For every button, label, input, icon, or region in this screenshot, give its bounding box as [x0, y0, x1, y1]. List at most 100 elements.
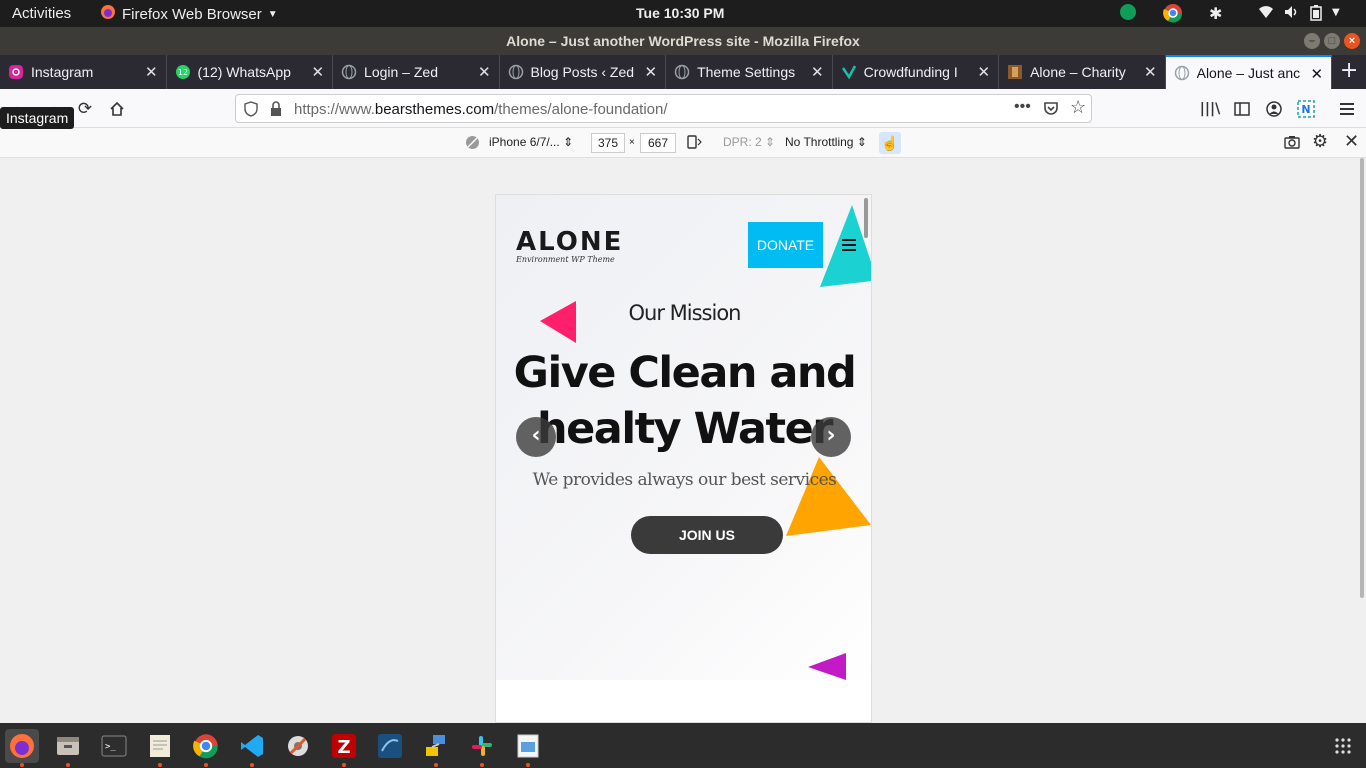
donate-button[interactable]: DONATE [748, 222, 823, 268]
dock-firefox[interactable] [5, 729, 39, 767]
close-tab-icon[interactable]: ✕ [145, 63, 158, 81]
activities-button[interactable]: Activities [12, 5, 71, 22]
library-icon[interactable]: |||\ [1198, 97, 1222, 121]
tab-5[interactable]: Crowdfunding I ✕ [833, 55, 1000, 89]
settings-icon [288, 736, 308, 756]
sidebar-icon[interactable] [1230, 97, 1254, 121]
url-bar[interactable]: https://www.bearsthemes.com/themes/alone… [235, 94, 1092, 123]
tab-label: (12) WhatsApp [197, 64, 291, 80]
pocket-icon[interactable] [1043, 100, 1059, 120]
touch-simulation-icon[interactable]: ☝ [879, 132, 901, 154]
dock-image-viewer[interactable] [511, 729, 545, 767]
lock-icon[interactable] [270, 101, 282, 121]
screenshot-icon[interactable] [1284, 135, 1300, 152]
close-tab-icon[interactable]: ✕ [311, 63, 324, 81]
dock-filezilla[interactable]: Z [327, 729, 361, 767]
logo-text: ALONE [516, 227, 624, 257]
close-window-button[interactable]: × [1344, 33, 1360, 49]
maximize-button[interactable]: □ [1324, 33, 1340, 49]
url-prefix: https://www. [294, 101, 375, 118]
tab-4[interactable]: Theme Settings ✕ [666, 55, 833, 89]
tab-0[interactable]: Instagram ✕ [0, 55, 167, 89]
account-icon[interactable] [1262, 97, 1286, 121]
bookmark-star-icon[interactable]: ☆ [1070, 97, 1086, 118]
hamburger-menu-icon[interactable] [842, 239, 856, 254]
navigation-toolbar: ← → ⟳ https://www.bearsthemes.com/themes… [0, 89, 1366, 128]
viewport-height-input[interactable]: 667 [640, 133, 676, 153]
dock-terminal[interactable]: >_ [97, 729, 131, 763]
throttling-selector[interactable]: No Throttling ⇕ [785, 135, 867, 149]
show-applications-icon[interactable] [1334, 737, 1352, 755]
dock-mysql-workbench[interactable] [373, 729, 407, 763]
close-tab-icon[interactable]: ✕ [1144, 63, 1157, 81]
dimension-times: × [629, 137, 635, 148]
slider-next-arrow[interactable]: › [811, 417, 851, 457]
device-scrollbar[interactable] [864, 198, 868, 238]
app-name: Firefox Web Browser [122, 5, 262, 23]
settings-gear-icon[interactable]: ⚙ [1312, 131, 1328, 152]
close-tab-icon[interactable]: ✕ [811, 63, 824, 81]
device-selector[interactable]: iPhone 6/7/... ⇕ [489, 135, 573, 149]
page-actions-icon[interactable]: ••• [1014, 98, 1031, 116]
close-tab-icon[interactable]: ✕ [1311, 65, 1324, 83]
chrome-icon [193, 734, 218, 759]
tab-label: Login – Zed [364, 64, 438, 80]
extension-n-icon[interactable]: N [1294, 97, 1318, 121]
wifi-icon[interactable] [1258, 5, 1274, 19]
window-title-bar: Alone – Just another WordPress site - Mo… [0, 27, 1366, 55]
join-us-button[interactable]: JOIN US [631, 516, 783, 554]
svg-text:>_: >_ [105, 742, 116, 752]
tab-1[interactable]: 12 (12) WhatsApp ✕ [167, 55, 334, 89]
dock: >_ Z [0, 723, 1366, 768]
close-tab-icon[interactable]: ✕ [978, 63, 991, 81]
slider-prev-arrow[interactable]: ‹ [516, 417, 556, 457]
url-text[interactable]: https://www.bearsthemes.com/themes/alone… [294, 101, 668, 118]
menu-icon[interactable] [1335, 97, 1359, 121]
minimize-button[interactable]: – [1304, 33, 1320, 49]
dock-text-editor[interactable] [143, 729, 177, 767]
new-tab-button[interactable]: + [1332, 55, 1366, 89]
home-icon [110, 101, 124, 116]
dock-files[interactable] [51, 729, 85, 767]
close-tab-icon[interactable]: ✕ [644, 63, 657, 81]
battery-icon[interactable] [1310, 5, 1322, 21]
site-logo[interactable]: ALONE Environment WP Theme [516, 227, 623, 264]
home-button[interactable] [105, 97, 129, 121]
url-path: /themes/alone-foundation/ [494, 101, 668, 118]
dock-settings[interactable] [281, 729, 315, 763]
terminal-icon: >_ [101, 735, 127, 757]
tab-label: Alone – Just anc [1196, 65, 1301, 81]
clock[interactable]: Tue 10:30 PM [636, 5, 724, 21]
whatsapp-icon: 12 [175, 64, 191, 80]
chrome-tray-icon[interactable] [1163, 3, 1183, 23]
dock-network[interactable] [419, 729, 453, 767]
slack-tray-icon[interactable]: ✱ [1209, 4, 1222, 23]
dock-slack[interactable] [465, 729, 499, 767]
tab-6[interactable]: Alone – Charity ✕ [999, 55, 1166, 89]
files-icon [57, 737, 79, 755]
tab-7[interactable]: Alone – Just anc ✕ [1165, 55, 1333, 89]
firefox-icon [10, 734, 34, 758]
close-rdm-icon[interactable]: ✕ [1344, 131, 1359, 152]
image-viewer-icon [517, 734, 539, 758]
dock-vscode[interactable] [235, 729, 269, 767]
tab-3[interactable]: Blog Posts ‹ Zed ✕ [500, 55, 667, 89]
tracking-protection-icon[interactable] [244, 101, 258, 121]
window-title: Alone – Just another WordPress site - Mo… [506, 33, 860, 49]
tab-2[interactable]: Login – Zed ✕ [333, 55, 500, 89]
rotate-viewport-icon[interactable] [686, 134, 702, 153]
close-tab-icon[interactable]: ✕ [478, 63, 491, 81]
page-scrollbar[interactable] [1360, 158, 1364, 598]
reload-button[interactable]: ⟳ [73, 97, 97, 121]
volume-icon[interactable] [1284, 5, 1300, 19]
hangouts-icon[interactable] [1118, 3, 1138, 23]
tab-label: Theme Settings [697, 64, 796, 80]
dpr-label: DPR: 2 [723, 135, 762, 149]
system-menu-chevron-icon[interactable]: ▼ [1332, 7, 1340, 18]
dock-chrome[interactable] [189, 729, 223, 767]
dpr-selector[interactable]: DPR: 2 ⇕ [723, 135, 775, 149]
viewport-width-input[interactable]: 375 [591, 133, 625, 153]
app-menu[interactable]: Firefox Web Browser ▼ [100, 4, 278, 24]
text-editor-icon [150, 735, 170, 757]
firefox-icon [100, 4, 116, 24]
